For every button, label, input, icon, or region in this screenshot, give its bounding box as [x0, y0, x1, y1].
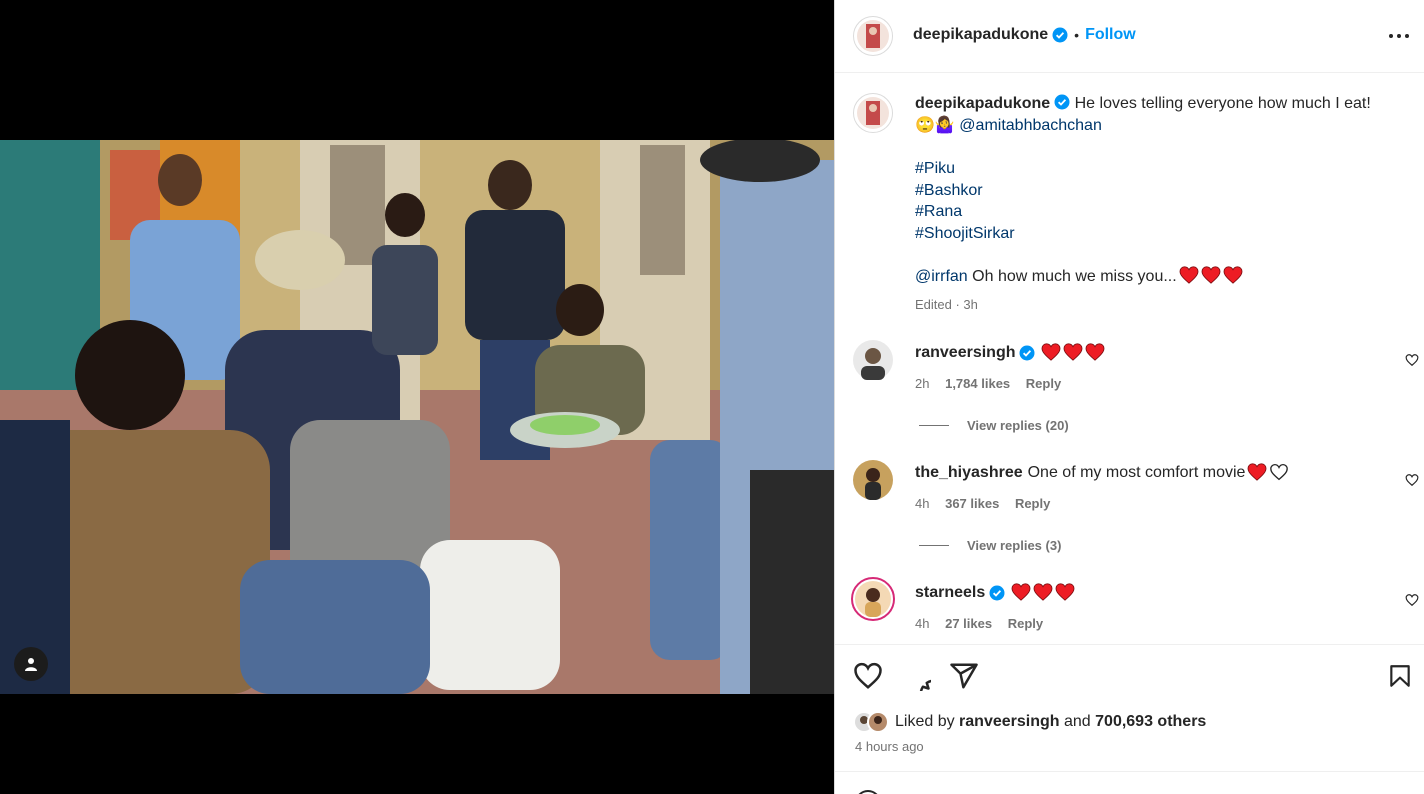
- caption-edited-time: Edited · 3h: [915, 296, 978, 312]
- comment-username[interactable]: ranveersingh: [915, 344, 1015, 362]
- liked-by-connector: and: [1063, 713, 1091, 730]
- reply-button[interactable]: Reply: [1008, 616, 1043, 631]
- hearts-emoji: [1245, 463, 1289, 483]
- comment-likes[interactable]: 1,784 likes: [945, 376, 1010, 391]
- comment-meta: 2h 1,784 likes Reply: [915, 376, 1061, 391]
- verified-icon: [1052, 27, 1068, 43]
- hashtag-link[interactable]: #Rana: [915, 201, 1405, 223]
- view-replies-button[interactable]: View replies (3): [919, 538, 1061, 553]
- post-header: deepikapadukone • Follow: [835, 0, 1424, 73]
- hashtag-link[interactable]: #ShoojitSirkar: [915, 223, 1405, 245]
- mention-link[interactable]: @irrfan: [915, 268, 968, 285]
- reply-button[interactable]: Reply: [1015, 496, 1050, 511]
- comment-time: 2h: [915, 376, 930, 391]
- comment-time: 4h: [915, 496, 930, 511]
- comment-username[interactable]: starneels: [915, 584, 985, 602]
- tag-user-icon: [25, 658, 37, 671]
- reply-button[interactable]: Reply: [1026, 376, 1061, 391]
- caption-text-line1: He loves telling everyone how much I eat…: [1074, 95, 1371, 112]
- caption-username[interactable]: deepikapadukone: [915, 95, 1050, 112]
- comment-likes[interactable]: 27 likes: [945, 616, 992, 631]
- like-icon[interactable]: [853, 661, 883, 691]
- post-time[interactable]: 4 hours ago: [855, 739, 924, 754]
- comment-likes[interactable]: 367 likes: [945, 496, 999, 511]
- more-icon: [1389, 34, 1409, 38]
- caption-text-line2: Oh how much we miss you...: [972, 268, 1177, 285]
- liker-avatar: [867, 711, 889, 733]
- view-replies-line: [919, 425, 949, 426]
- post-actions: Liked by ranveersingh and 700,693 others…: [835, 644, 1424, 794]
- verified-icon: [989, 585, 1005, 601]
- share-icon[interactable]: [949, 661, 979, 691]
- separator-dot: •: [1074, 27, 1080, 43]
- save-icon[interactable]: [1387, 661, 1413, 691]
- hashtag-link[interactable]: #Piku: [915, 158, 1405, 180]
- caption-avatar[interactable]: [853, 93, 893, 133]
- instagram-post-modal: deepikapadukone • Follow deepikapadukone…: [0, 0, 1424, 794]
- hearts-emoji: [1039, 343, 1105, 363]
- hearts-emoji: [1009, 583, 1075, 603]
- verified-icon: [1019, 345, 1035, 361]
- comment-avatar[interactable]: [853, 460, 893, 500]
- post-photo[interactable]: [0, 140, 834, 694]
- more-options-button[interactable]: [1387, 24, 1411, 48]
- comments-section[interactable]: deepikapadukone He loves telling everyon…: [835, 74, 1424, 644]
- hashtag-link[interactable]: #Bashkor: [915, 180, 1405, 202]
- post-media-area: [0, 0, 834, 794]
- comment-meta: 4h 27 likes Reply: [915, 616, 1043, 631]
- comment-avatar-story[interactable]: [851, 577, 895, 621]
- follow-button[interactable]: Follow: [1085, 26, 1136, 44]
- liked-by-prefix: Liked by: [895, 713, 955, 730]
- verified-icon: [1054, 94, 1070, 110]
- comment-time: 4h: [915, 616, 930, 631]
- like-comment-icon[interactable]: [1405, 353, 1419, 367]
- view-replies-label: View replies (20): [967, 418, 1069, 433]
- hearts-emoji: [1177, 266, 1243, 285]
- comment-meta: 4h 367 likes Reply: [915, 496, 1050, 511]
- view-replies-line: [919, 545, 949, 546]
- emoji-icon[interactable]: [855, 790, 881, 794]
- view-replies-button[interactable]: View replies (20): [919, 418, 1069, 433]
- like-comment-icon[interactable]: [1405, 593, 1419, 607]
- liked-by-user[interactable]: ranveersingh: [959, 713, 1059, 731]
- comment-avatar[interactable]: [853, 340, 893, 380]
- comment-text: One of my most comfort movie: [1027, 464, 1246, 481]
- add-comment-bar: [835, 771, 1424, 794]
- author-avatar[interactable]: [853, 16, 893, 56]
- mention-link[interactable]: @amitabhbachchan: [959, 117, 1102, 134]
- post-caption: deepikapadukone He loves telling everyon…: [915, 93, 1405, 315]
- caption-emoji: 🙄🤷‍♀️: [915, 116, 955, 134]
- likes-summary: Liked by ranveersingh and 700,693 others: [853, 711, 1206, 733]
- comment-username[interactable]: the_hiyashree: [915, 464, 1023, 482]
- tag-user-button[interactable]: [14, 647, 48, 681]
- like-comment-icon[interactable]: [1405, 473, 1419, 487]
- post-side-panel: deepikapadukone • Follow deepikapadukone…: [834, 0, 1424, 794]
- comment-icon[interactable]: [901, 661, 931, 691]
- liked-by-others[interactable]: 700,693 others: [1095, 713, 1206, 731]
- author-username[interactable]: deepikapadukone: [913, 26, 1048, 44]
- view-replies-label: View replies (3): [967, 538, 1062, 553]
- caption-avatar-image: [857, 97, 889, 129]
- author-avatar-image: [857, 20, 889, 52]
